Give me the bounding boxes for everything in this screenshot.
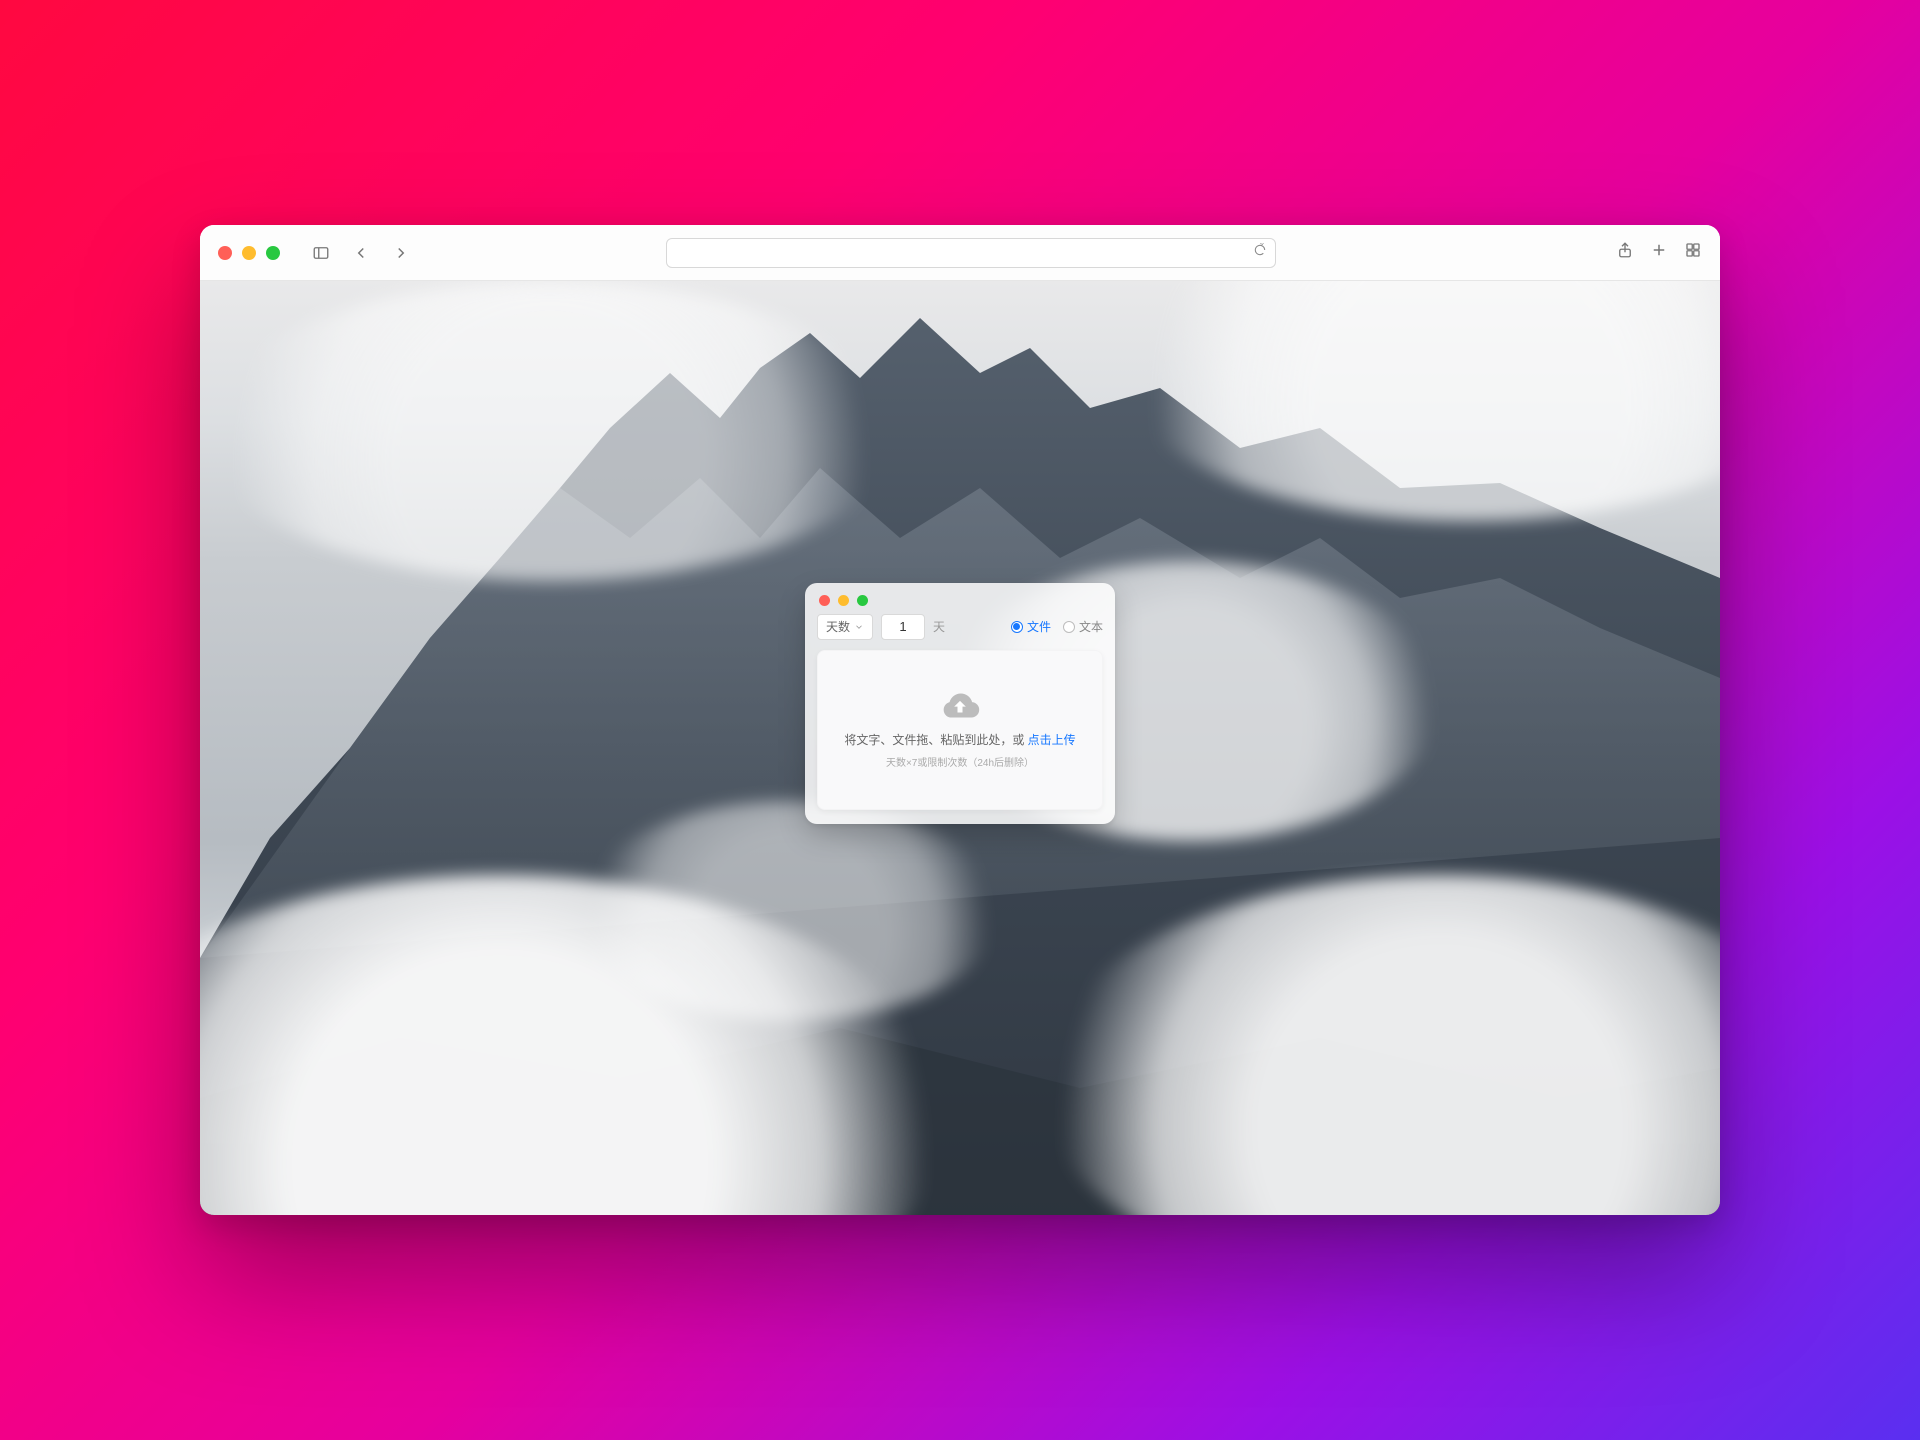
upload-widget: 天数 天 文件 文本 <box>805 583 1115 824</box>
new-tab-icon[interactable] <box>1650 241 1668 264</box>
reload-icon[interactable] <box>1253 243 1267 262</box>
radio-file-label: 文件 <box>1027 618 1051 635</box>
browser-window: 天数 天 文件 文本 <box>200 225 1720 1215</box>
radio-dot-icon <box>1011 621 1023 633</box>
close-window-button[interactable] <box>218 246 232 260</box>
dropzone-instruction: 将文字、文件拖、粘贴到此处，或 点击上传 <box>844 731 1075 748</box>
chevron-down-icon <box>854 622 864 632</box>
radio-file[interactable]: 文件 <box>1011 618 1051 635</box>
radio-text-label: 文本 <box>1079 618 1103 635</box>
dropzone-text: 将文字、文件拖、粘贴到此处，或 <box>844 733 1027 747</box>
widget-traffic-lights <box>817 593 1103 614</box>
toolbar-right <box>1616 241 1702 264</box>
cloud-upload-icon <box>940 690 980 725</box>
duration-unit: 天 <box>933 618 949 635</box>
share-icon[interactable] <box>1616 241 1634 264</box>
widget-close-button[interactable] <box>819 595 830 606</box>
upload-link[interactable]: 点击上传 <box>1028 733 1076 747</box>
nav-forward-button[interactable] <box>386 240 416 266</box>
type-radio-group: 文件 文本 <box>1011 618 1103 635</box>
cloud-decoration <box>1120 281 1720 521</box>
browser-toolbar <box>200 225 1720 281</box>
zoom-window-button[interactable] <box>266 246 280 260</box>
cloud-decoration <box>1040 875 1720 1215</box>
duration-select-label: 天数 <box>826 618 850 635</box>
dropzone-subtext: 天数×7或限制次数（24h后删除） <box>886 754 1034 769</box>
upload-dropzone[interactable]: 将文字、文件拖、粘贴到此处，或 点击上传 天数×7或限制次数（24h后删除） <box>817 650 1103 810</box>
tab-overview-icon[interactable] <box>1684 241 1702 264</box>
sidebar-toggle-button[interactable] <box>306 240 336 266</box>
nav-back-button[interactable] <box>346 240 376 266</box>
page-content: 天数 天 文件 文本 <box>200 281 1720 1215</box>
minimize-window-button[interactable] <box>242 246 256 260</box>
duration-select[interactable]: 天数 <box>817 614 873 640</box>
radio-dot-icon <box>1063 621 1075 633</box>
widget-minimize-button[interactable] <box>838 595 849 606</box>
cloud-decoration <box>200 281 900 581</box>
widget-zoom-button[interactable] <box>857 595 868 606</box>
address-bar[interactable] <box>666 238 1276 268</box>
duration-number-input[interactable] <box>881 614 925 640</box>
radio-text[interactable]: 文本 <box>1063 618 1103 635</box>
window-traffic-lights <box>218 246 280 260</box>
widget-controls: 天数 天 文件 文本 <box>817 614 1103 640</box>
